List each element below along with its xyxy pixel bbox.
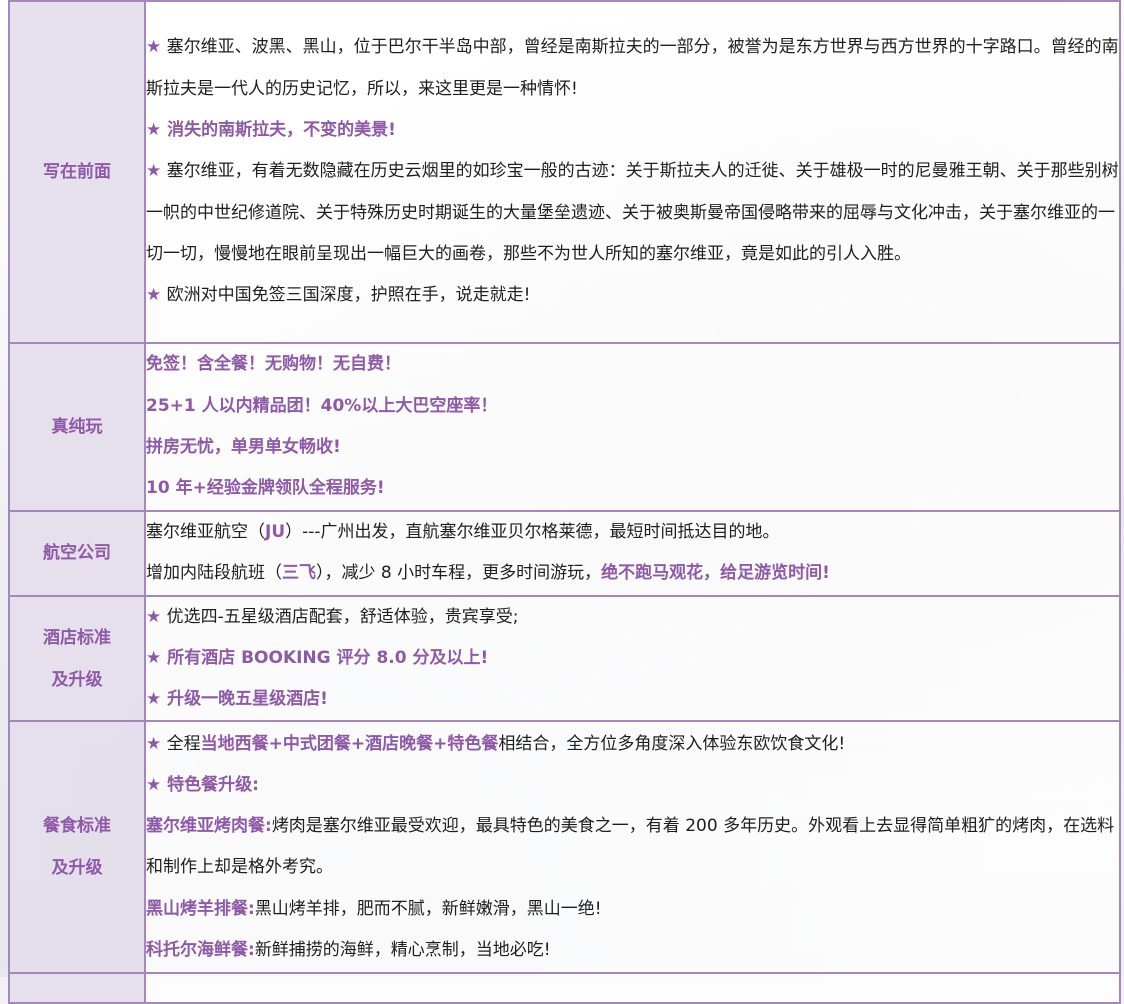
meal-name: 科托尔海鲜餐:: [146, 940, 255, 961]
star-icon: ★: [146, 37, 162, 58]
section-pure-play: 真纯玩 免签！含全餐！无购物！无自费！ 25+1 人以内精品团！40%以上大巴空…: [8, 342, 1121, 512]
section-next: [8, 972, 1121, 1004]
special-meal-item: 塞尔维亚烤肉餐:烤肉是塞尔维亚最受欢迎，最具特色的美食之一，有着 200 多年历…: [146, 806, 1119, 889]
label-text-line1: 酒店标准: [43, 627, 111, 648]
tour-info-table: 写在前面 ★ 塞尔维亚、波黑、黑山，位于巴尔干半岛中部，曾经是南斯拉夫的一部分，…: [8, 0, 1121, 1004]
intro-paragraph: ★ 塞尔维亚、波黑、黑山，位于巴尔干半岛中部，曾经是南斯拉夫的一部分，被誉为是东…: [146, 27, 1119, 110]
section-label: 航空公司: [8, 510, 146, 597]
meal-description: 黑山烤羊排，肥而不腻，新鲜嫩滑，黑山一绝!: [254, 898, 602, 919]
meal-description: 烤肉是塞尔维亚最受欢迎，最具特色的美食之一，有着 200 多年历史。外观看上去显…: [146, 816, 1115, 878]
section-content: ★ 优选四-五星级酒店配套，舒适体验，贵宾享受; ★ 所有酒店 BOOKING …: [144, 594, 1121, 723]
section-label: 真纯玩: [8, 342, 146, 512]
label-text-line2: 及升级: [51, 858, 103, 879]
domestic-flight-line: 增加内陆段航班（三飞），减少 8 小时车程，更多时间游玩，绝不跑马观花，给足游览…: [146, 553, 1119, 594]
meal-description: 新鲜捕捞的海鲜，精心烹制，当地必吃!: [254, 940, 551, 961]
text-span: ），减少 8 小时车程，更多时间游玩，: [316, 563, 602, 584]
meal-name: 塞尔维亚烤肉餐:: [146, 816, 272, 837]
highlight-text: 绝不跑马观花，给足游览时间!: [601, 563, 830, 584]
meal-name: 黑山烤羊排餐:: [146, 898, 255, 919]
text-span: 增加内陆段航班（: [146, 563, 282, 584]
section-label: [8, 972, 146, 1004]
feature-line: 25+1 人以内精品团！40%以上大巴空座率！: [146, 395, 498, 416]
star-icon: ★: [146, 606, 162, 627]
section-content: [144, 972, 1121, 1004]
section-content: ★ 全程当地西餐+中式团餐+酒店晚餐+特色餐相结合，全方位多角度深入体验东欧饮食…: [144, 720, 1121, 975]
text-span: 塞尔维亚航空（: [146, 522, 265, 542]
hotel-text: 优选四-五星级酒店配套，舒适体验，贵宾享受;: [166, 606, 519, 627]
label-text: 真纯玩: [51, 417, 103, 437]
star-icon: ★: [146, 161, 162, 182]
section-label: 酒店标准 及升级: [8, 594, 146, 723]
hotel-upgrade-line: ★ 升级一晚五星级酒店!: [146, 689, 328, 710]
text-span: ）---广州出发，直航塞尔维亚贝尔格莱德，最短时间抵达目的地。: [285, 522, 780, 542]
section-hotel: 酒店标准 及升级 ★ 优选四-五星级酒店配套，舒适体验，贵宾享受; ★ 所有酒店…: [8, 594, 1121, 723]
section-intro: 写在前面 ★ 塞尔维亚、波黑、黑山，位于巴尔干半岛中部，曾经是南斯拉夫的一部分，…: [8, 0, 1121, 344]
meal-types: 当地西餐+中式团餐+酒店晚餐+特色餐: [200, 733, 499, 754]
history-paragraph: ★ 塞尔维亚，有着无数隐藏在历史云烟里的如珍宝一般的古迹：关于斯拉夫人的迁徙、关…: [146, 151, 1119, 275]
star-icon: ★: [146, 733, 162, 754]
section-label: 写在前面: [8, 0, 146, 344]
section-meals: 餐食标准 及升级 ★ 全程当地西餐+中式团餐+酒店晚餐+特色餐相结合，全方位多角…: [8, 720, 1121, 975]
label-text: 写在前面: [43, 162, 111, 182]
highlight-line: ★ 消失的南斯拉夫，不变的美景!: [146, 120, 396, 141]
feature-line: 10 年+经验金牌领队全程服务!: [146, 478, 385, 499]
visa-paragraph: ★ 欧洲对中国免签三国深度，护照在手，说走就走!: [146, 275, 1119, 316]
meal-line: ★ 全程当地西餐+中式团餐+酒店晚餐+特色餐相结合，全方位多角度深入体验东欧饮食…: [146, 724, 1119, 765]
text-span: 全程: [166, 733, 201, 754]
special-meal-item: 科托尔海鲜餐:新鲜捕捞的海鲜，精心烹制，当地必吃!: [146, 930, 1119, 971]
feature-line: 免签！含全餐！无购物！无自费！: [146, 354, 401, 375]
airline-code: JU: [265, 522, 286, 542]
section-airline: 航空公司 塞尔维亚航空（JU）---广州出发，直航塞尔维亚贝尔格莱德，最短时间抵…: [8, 510, 1121, 597]
section-content: ★ 塞尔维亚、波黑、黑山，位于巴尔干半岛中部，曾经是南斯拉夫的一部分，被誉为是东…: [144, 0, 1121, 344]
hotel-line: ★ 优选四-五星级酒店配套，舒适体验，贵宾享受;: [146, 597, 1119, 638]
label-text-line1: 餐食标准: [43, 816, 111, 837]
feature-line: 拼房无忧，单男单女畅收!: [146, 437, 341, 457]
special-meal-heading: ★ 特色餐升级:: [146, 774, 259, 795]
label-text: 航空公司: [43, 543, 111, 564]
section-content: 塞尔维亚航空（JU）---广州出发，直航塞尔维亚贝尔格莱德，最短时间抵达目的地。…: [144, 510, 1121, 597]
flight-count: 三飞: [282, 563, 316, 584]
section-label: 餐食标准 及升级: [8, 720, 146, 975]
text-span: 相结合，全方位多角度深入体验东欧饮食文化!: [498, 733, 846, 754]
airline-line: 塞尔维亚航空（JU）---广州出发，直航塞尔维亚贝尔格莱德，最短时间抵达目的地。: [146, 512, 1119, 553]
special-meal-item: 黑山烤羊排餐:黑山烤羊排，肥而不腻，新鲜嫩滑，黑山一绝!: [146, 889, 1119, 930]
hotel-rating-line: ★ 所有酒店 BOOKING 评分 8.0 分及以上!: [146, 647, 489, 668]
section-content: 免签！含全餐！无购物！无自费！ 25+1 人以内精品团！40%以上大巴空座率！ …: [144, 342, 1121, 512]
history-text: 塞尔维亚，有着无数隐藏在历史云烟里的如珍宝一般的古迹：关于斯拉夫人的迁徙、关于雄…: [146, 161, 1119, 264]
star-icon: ★: [146, 285, 162, 306]
visa-text: 欧洲对中国免签三国深度，护照在手，说走就走!: [166, 285, 531, 306]
label-text-line2: 及升级: [51, 669, 103, 690]
intro-text: 塞尔维亚、波黑、黑山，位于巴尔干半岛中部，曾经是南斯拉夫的一部分，被誉为是东方世…: [146, 37, 1119, 99]
